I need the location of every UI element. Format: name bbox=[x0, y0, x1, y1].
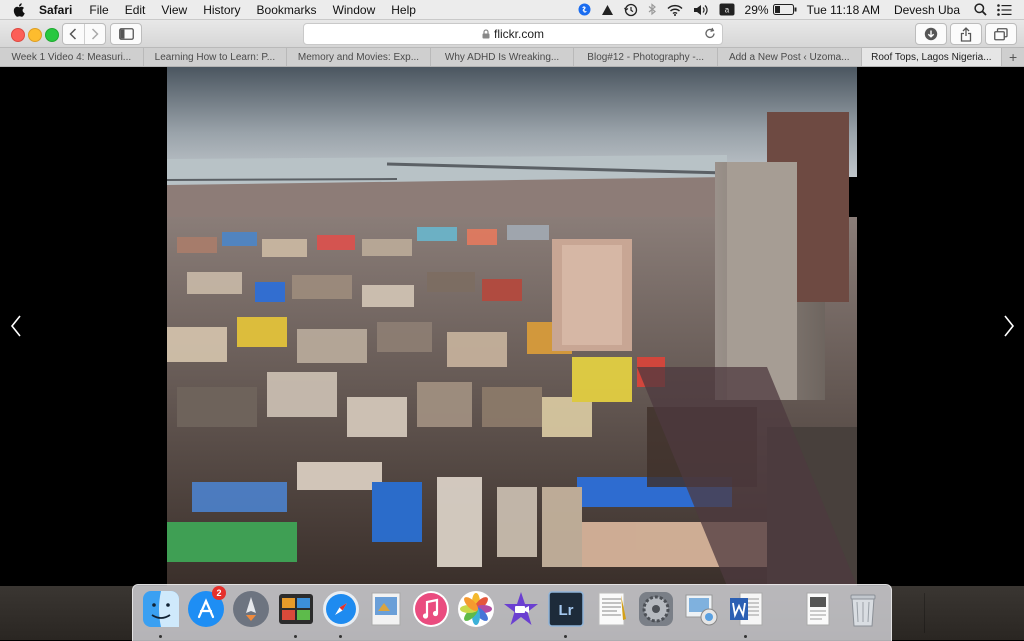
photos-icon[interactable] bbox=[456, 589, 496, 629]
running-indicator bbox=[294, 635, 297, 638]
preview-icon[interactable] bbox=[366, 589, 406, 629]
lock-icon bbox=[482, 29, 490, 39]
itunes-icon[interactable] bbox=[411, 589, 451, 629]
notification-center-icon[interactable] bbox=[997, 3, 1012, 16]
time-machine-icon[interactable] bbox=[623, 3, 638, 17]
drive-icon[interactable] bbox=[601, 4, 614, 16]
show-all-tabs-button[interactable] bbox=[985, 23, 1017, 45]
battery-percent[interactable]: 29% bbox=[745, 3, 769, 17]
svg-text:a: a bbox=[724, 6, 729, 15]
lightroom-label: Lr bbox=[559, 602, 574, 619]
document-icon[interactable] bbox=[798, 589, 838, 629]
safari-toolbar: flickr.com bbox=[0, 20, 1024, 48]
trash-icon[interactable] bbox=[843, 589, 883, 629]
volume-icon[interactable] bbox=[693, 4, 709, 16]
menu-bookmarks[interactable]: Bookmarks bbox=[257, 3, 317, 17]
imovie-icon[interactable] bbox=[501, 589, 541, 629]
word-icon[interactable] bbox=[726, 589, 766, 629]
language-input-icon[interactable]: a bbox=[719, 3, 735, 16]
safari-icon[interactable] bbox=[321, 589, 361, 629]
lightroom-icon[interactable]: Lr bbox=[546, 589, 586, 629]
menu-view[interactable]: View bbox=[161, 3, 187, 17]
next-photo-button[interactable] bbox=[997, 311, 1021, 341]
textedit-icon[interactable] bbox=[591, 589, 631, 629]
menu-bar: Safari File Edit View History Bookmarks … bbox=[0, 0, 1024, 20]
running-indicator bbox=[159, 635, 162, 638]
sidebar-toggle-button[interactable] bbox=[110, 23, 142, 45]
menu-file[interactable]: File bbox=[89, 3, 108, 17]
fullscreen-window-button[interactable] bbox=[45, 28, 59, 42]
clock[interactable]: Tue 11:18 AM bbox=[807, 3, 880, 17]
bluetooth-icon[interactable] bbox=[648, 3, 657, 16]
tab[interactable]: Blog#12 - Photography -... bbox=[574, 48, 718, 66]
app-store-badge: 2 bbox=[212, 586, 226, 600]
running-indicator bbox=[744, 635, 747, 638]
tab[interactable]: Learning How to Learn: P... bbox=[144, 48, 288, 66]
menu-edit[interactable]: Edit bbox=[125, 3, 146, 17]
tab[interactable]: Week 1 Video 4: Measuri... bbox=[0, 48, 144, 66]
launchpad-icon[interactable] bbox=[231, 589, 271, 629]
reload-icon[interactable] bbox=[704, 27, 716, 40]
running-indicator bbox=[564, 635, 567, 638]
share-button[interactable] bbox=[950, 23, 982, 45]
close-window-button[interactable] bbox=[11, 28, 25, 42]
downloads-button[interactable] bbox=[915, 23, 947, 45]
system-preferences-icon[interactable] bbox=[636, 589, 676, 629]
dock-separator bbox=[924, 593, 925, 633]
tab-bar: Week 1 Video 4: Measuri... Learning How … bbox=[0, 48, 1024, 67]
shazam-icon[interactable] bbox=[578, 3, 591, 16]
history-nav bbox=[62, 23, 106, 45]
user-name[interactable]: Devesh Uba bbox=[894, 3, 960, 17]
image-capture-icon[interactable] bbox=[681, 589, 721, 629]
menu-help[interactable]: Help bbox=[391, 3, 416, 17]
forward-button[interactable] bbox=[83, 24, 106, 44]
wifi-icon[interactable] bbox=[667, 4, 683, 16]
tab-active[interactable]: Roof Tops, Lagos Nigeria... bbox=[861, 48, 1002, 66]
menu-history[interactable]: History bbox=[203, 3, 240, 17]
city-rooftops-photo[interactable] bbox=[167, 67, 857, 586]
url-text: flickr.com bbox=[493, 27, 544, 41]
photo-booth-icon[interactable] bbox=[276, 589, 316, 629]
spotlight-search-icon[interactable] bbox=[974, 3, 987, 16]
menu-window[interactable]: Window bbox=[333, 3, 376, 17]
tab[interactable]: Why ADHD Is Wreaking... bbox=[431, 48, 575, 66]
menu-app-name[interactable]: Safari bbox=[39, 3, 72, 17]
minimize-window-button[interactable] bbox=[28, 28, 42, 42]
previous-photo-button[interactable] bbox=[4, 311, 28, 341]
photo-viewer bbox=[0, 67, 1024, 586]
tab[interactable]: Memory and Movies: Exp... bbox=[287, 48, 431, 66]
battery-icon[interactable] bbox=[772, 4, 797, 15]
dock: 2 Lr bbox=[132, 584, 925, 641]
finder-icon[interactable] bbox=[141, 589, 181, 629]
back-button[interactable] bbox=[63, 24, 84, 44]
apple-icon[interactable] bbox=[13, 2, 27, 17]
address-bar[interactable]: flickr.com bbox=[303, 23, 723, 45]
tab[interactable]: Add a New Post ‹ Uzoma... bbox=[718, 48, 862, 66]
running-indicator bbox=[339, 635, 342, 638]
app-store-icon[interactable]: 2 bbox=[186, 586, 226, 629]
new-tab-button[interactable]: + bbox=[1001, 48, 1024, 66]
